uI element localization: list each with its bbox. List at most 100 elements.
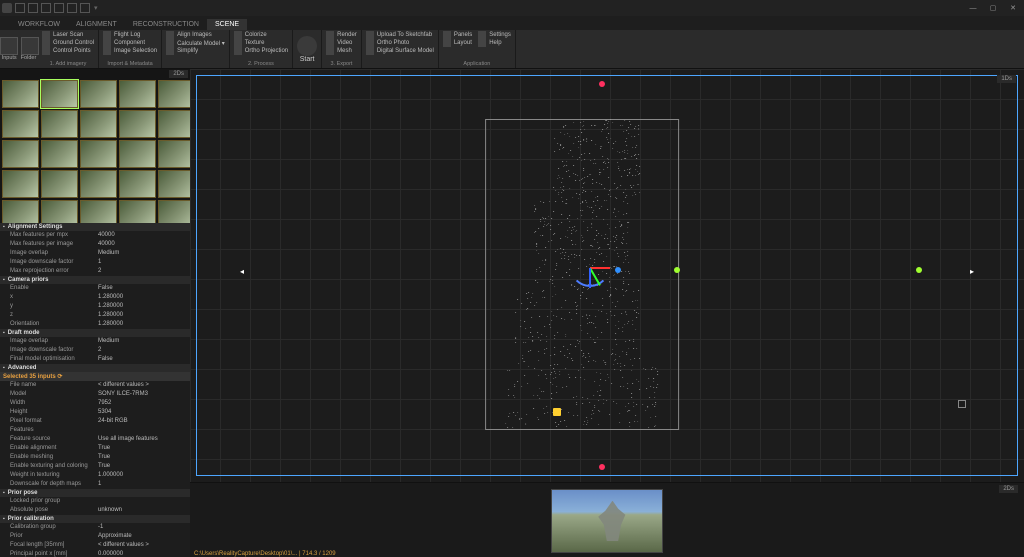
handle-right-outer[interactable] — [916, 267, 922, 273]
property-row[interactable]: Final model optimisationFalse — [0, 355, 190, 364]
property-row[interactable]: Pixel format24-bit RGB — [0, 417, 190, 426]
property-row[interactable]: Downscale for depth maps1 — [0, 480, 190, 489]
image-thumbnail[interactable] — [41, 200, 78, 223]
property-row[interactable]: Feature sourceUse all image features — [0, 435, 190, 444]
qat-button[interactable] — [67, 3, 77, 13]
image-thumbnail[interactable] — [119, 200, 156, 223]
ribbon-item[interactable]: Ortho Projection — [234, 47, 288, 55]
image-thumbnail[interactable] — [80, 80, 117, 108]
image-thumbnail[interactable] — [2, 140, 39, 168]
property-row[interactable]: Width7952 — [0, 399, 190, 408]
property-row[interactable]: x1.280000 — [0, 293, 190, 302]
property-value[interactable]: True — [98, 444, 187, 453]
handle-ground[interactable] — [553, 408, 561, 416]
property-value[interactable]: True — [98, 453, 187, 462]
property-value[interactable]: Medium — [98, 249, 187, 258]
property-section-header[interactable]: Selected 35 inputs ⟳ — [0, 372, 190, 381]
ribbon-item[interactable]: Render — [326, 31, 357, 39]
property-row[interactable]: Features — [0, 426, 190, 435]
image-thumbnail[interactable] — [119, 110, 156, 138]
property-value[interactable]: 1 — [98, 258, 187, 267]
handle-top[interactable] — [599, 81, 605, 87]
property-row[interactable]: Focal length [35mm]< different values > — [0, 541, 190, 550]
qat-button[interactable] — [80, 3, 90, 13]
property-value[interactable]: -1 — [98, 523, 187, 532]
property-value[interactable]: 2 — [98, 267, 187, 276]
image-thumbnail[interactable] — [119, 80, 156, 108]
selected-image-preview[interactable] — [551, 489, 663, 553]
property-row[interactable]: y1.280000 — [0, 302, 190, 311]
property-value[interactable]: False — [98, 284, 187, 293]
property-value[interactable] — [98, 497, 187, 506]
image-thumbnail[interactable] — [158, 110, 190, 138]
image-thumbnail[interactable] — [158, 80, 190, 108]
property-value[interactable]: unknown — [98, 506, 187, 515]
property-value[interactable]: < different values > — [98, 381, 187, 390]
folder-button[interactable] — [21, 37, 39, 55]
property-value[interactable]: 0.000000 — [98, 550, 187, 557]
ribbon-item[interactable]: Mesh — [326, 47, 357, 55]
property-value[interactable]: 7952 — [98, 399, 187, 408]
ribbon-item[interactable]: Component — [103, 39, 157, 47]
property-value[interactable]: 1.280000 — [98, 311, 187, 320]
panel-tag-preview[interactable]: 2Ds — [999, 485, 1018, 493]
property-row[interactable]: Weight in texturing1.000000 — [0, 471, 190, 480]
property-value[interactable]: True — [98, 462, 187, 471]
tab-workflow[interactable]: WORKFLOW — [10, 19, 68, 30]
property-value[interactable]: False — [98, 355, 187, 364]
qat-button[interactable] — [41, 3, 51, 13]
image-thumbnail[interactable] — [2, 200, 39, 223]
property-row[interactable]: Image overlapMedium — [0, 249, 190, 258]
ribbon-item[interactable]: Panels — [443, 31, 472, 39]
ribbon-item[interactable]: Ground Control — [42, 39, 94, 47]
minimize-button[interactable]: — — [964, 2, 982, 14]
ribbon-item[interactable]: Laser Scan — [42, 31, 94, 39]
property-section-header[interactable]: Draft mode — [0, 329, 190, 337]
property-value[interactable]: < different values > — [98, 541, 187, 550]
image-thumbnail[interactable] — [41, 80, 78, 108]
property-value[interactable]: 1.280000 — [98, 320, 187, 329]
property-row[interactable]: Enable meshingTrue — [0, 453, 190, 462]
ribbon-item[interactable]: Colorize — [234, 31, 288, 39]
image-thumbnail[interactable] — [41, 110, 78, 138]
marker-right[interactable]: ▸ — [970, 267, 974, 276]
image-thumbnail[interactable] — [158, 140, 190, 168]
property-row[interactable]: Max features per image40000 — [0, 240, 190, 249]
property-row[interactable]: ModelSONY ILCE-7RM3 — [0, 390, 190, 399]
property-row[interactable]: Locked prior group — [0, 497, 190, 506]
property-row[interactable]: Calibration group-1 — [0, 523, 190, 532]
tab-reconstruction[interactable]: RECONSTRUCTION — [125, 19, 207, 30]
property-value[interactable]: 24-bit RGB — [98, 417, 187, 426]
property-value[interactable]: Use all image features — [98, 435, 187, 444]
property-value[interactable]: 40000 — [98, 240, 187, 249]
property-value[interactable]: 5304 — [98, 408, 187, 417]
handle-bottom[interactable] — [599, 464, 605, 470]
ribbon-item[interactable]: Flight Log — [103, 31, 157, 39]
property-section-header[interactable]: Alignment Settings — [0, 223, 190, 231]
inputs-button[interactable] — [0, 37, 18, 55]
ribbon-item[interactable]: Upload To Sketchfab — [366, 31, 434, 39]
marker-left[interactable]: ◂ — [240, 267, 244, 276]
ribbon-item[interactable]: Image Selection — [103, 47, 157, 55]
panel-tag-2ds[interactable]: 2Ds — [169, 70, 188, 78]
image-thumbnail[interactable] — [2, 170, 39, 198]
property-row[interactable]: Max reprojection error2 — [0, 267, 190, 276]
property-value[interactable]: 1.280000 — [98, 302, 187, 311]
image-thumbnail[interactable] — [80, 200, 117, 223]
start-button[interactable] — [297, 36, 317, 56]
transform-gizmo[interactable] — [570, 247, 610, 287]
property-row[interactable]: Max features per mpx40000 — [0, 231, 190, 240]
property-section-header[interactable]: Prior calibration — [0, 515, 190, 523]
property-row[interactable]: Image downscale factor2 — [0, 346, 190, 355]
property-value[interactable]: 1.000000 — [98, 471, 187, 480]
qat-button[interactable] — [54, 3, 64, 13]
ribbon-item[interactable]: Settings — [478, 31, 511, 39]
property-row[interactable]: Image overlapMedium — [0, 337, 190, 346]
property-row[interactable]: z1.280000 — [0, 311, 190, 320]
property-row[interactable]: Orientation1.280000 — [0, 320, 190, 329]
image-thumbnail[interactable] — [2, 80, 39, 108]
image-thumbnail[interactable] — [158, 170, 190, 198]
image-thumbnail[interactable] — [119, 170, 156, 198]
gizmo-x-axis[interactable] — [590, 267, 610, 269]
property-row[interactable]: Image downscale factor1 — [0, 258, 190, 267]
